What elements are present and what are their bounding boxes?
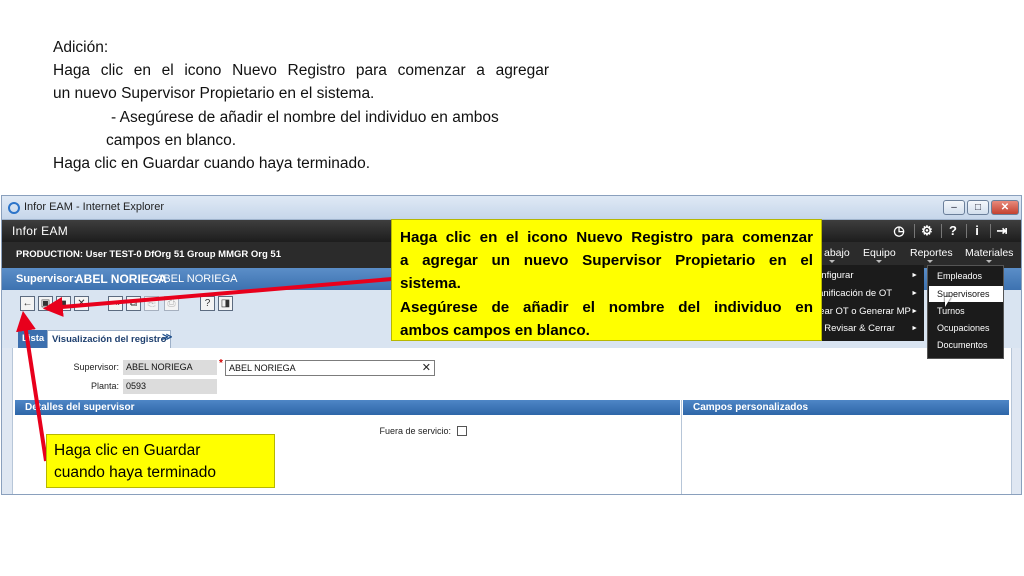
maximize-button[interactable]: □	[967, 200, 989, 215]
delete-button[interactable]: ✕	[74, 296, 89, 311]
instruction-line-3: - Asegúrese de añadir el nombre del indi…	[111, 108, 499, 126]
new-record-button[interactable]: ▣	[38, 296, 53, 311]
instruction-line-2: un nuevo Supervisor Propietario en el si…	[53, 85, 375, 103]
supervisor-name-input[interactable]: ABEL NORIEGA ✕	[225, 360, 435, 376]
info-icon[interactable]: i	[969, 223, 985, 239]
submenu-arrow-icon: ►	[911, 308, 918, 315]
app-brand: Infor EAM	[12, 224, 69, 238]
submenu-item-employees[interactable]: Empleados	[929, 268, 1003, 284]
supervisor-code-field: ABEL NORIEGA	[123, 360, 217, 375]
out-of-service-label: Fuera de servicio:	[379, 426, 451, 436]
submenu-item-trades[interactable]: Ocupaciones	[929, 320, 1003, 336]
submenu-arrow-icon: ►	[911, 290, 918, 297]
submenu-item-supervisors[interactable]: Supervisores	[929, 286, 1003, 302]
menu-item-planning[interactable]: lanificación de OT	[816, 288, 892, 299]
new-record-callout: Haga clic en el icono Nuevo Registro par…	[391, 219, 822, 341]
save-callout: Haga clic en Guardar cuando haya termina…	[46, 434, 275, 488]
record-description: ABEL NORIEGA	[156, 273, 238, 285]
out-of-service-checkbox[interactable]	[457, 426, 467, 436]
menu-item-review-close[interactable]: T Revisar & Cerrar	[816, 323, 895, 334]
help-button[interactable]: ?	[200, 296, 215, 311]
production-info: PRODUCTION: User TEST-0 DfOrg 51 Group M…	[16, 249, 281, 260]
submenu-item-shifts[interactable]: Turnos	[929, 303, 1003, 319]
instruction-line-4: campos en blanco.	[106, 131, 237, 149]
submenu-arrow-icon: ►	[911, 272, 918, 279]
copy-button[interactable]: ⧉	[126, 296, 141, 311]
minimize-button[interactable]: –	[943, 200, 965, 215]
required-indicator: *	[219, 358, 223, 369]
header-divider	[941, 224, 942, 238]
configure-submenu: Empleados Supervisores Turnos Ocupacione…	[927, 265, 1004, 359]
browser-titlebar: Infor EAM - Internet Explorer – □ ✕	[2, 196, 1021, 220]
custom-fields-header[interactable]: Campos personalizados	[683, 400, 1009, 415]
chevron-down-icon	[927, 260, 933, 263]
mouse-cursor-icon	[945, 297, 951, 307]
nav-menu-reports[interactable]: Reportes	[910, 247, 953, 259]
clear-icon[interactable]: ✕	[422, 361, 431, 374]
save-button[interactable]: ■	[56, 296, 71, 311]
help-icon[interactable]: ?	[945, 223, 961, 239]
logout-icon[interactable]: ⇥	[994, 223, 1010, 239]
supervisor-name-value: ABEL NORIEGA	[229, 363, 296, 373]
more-tabs-icon[interactable]: ≫	[162, 332, 172, 343]
nav-menu-work[interactable]: abajo	[824, 247, 850, 259]
panel-toggle-button[interactable]: ◨	[218, 296, 233, 311]
instruction-line-5: Haga clic en Guardar cuando haya termina…	[53, 155, 371, 173]
callout-line: cuando haya terminado	[54, 464, 217, 481]
submenu-arrow-icon: ►	[911, 325, 918, 332]
browser-title: Infor EAM - Internet Explorer	[24, 201, 164, 213]
clock-icon[interactable]: ◷	[891, 223, 907, 239]
work-dropdown-menu: onfigurar ► lanificación de OT ► rear OT…	[810, 265, 924, 341]
duplicate-button[interactable]: ⎘	[144, 296, 159, 311]
ie-logo-icon	[8, 202, 20, 214]
callout-line: Asegúrese de añadir el nombre del indivi…	[400, 298, 813, 316]
export-button[interactable]: ⇥	[108, 296, 123, 311]
tab-record-view[interactable]: Visualización del registro	[47, 330, 172, 348]
chevron-down-icon	[829, 260, 835, 263]
nav-menu-equipment[interactable]: Equipo	[863, 247, 896, 259]
supervisor-details-header[interactable]: Detalles del supervisor	[15, 400, 680, 415]
callout-line: ambos campos en blanco.	[400, 321, 590, 339]
tab-list[interactable]: Lista	[18, 330, 49, 348]
callout-line: sistema.	[400, 275, 461, 293]
callout-line: Haga clic en Guardar	[54, 442, 201, 459]
supervisor-field-label: Supervisor:	[73, 362, 119, 372]
header-divider	[914, 224, 915, 238]
header-divider	[990, 224, 991, 238]
record-code: ABEL NORIEGA	[75, 272, 167, 286]
plant-field-label: Planta:	[90, 381, 119, 391]
nav-menu-materials[interactable]: Materiales	[965, 247, 1013, 259]
instruction-text: Adición: Haga clic en el icono Nuevo Reg…	[53, 36, 549, 175]
header-divider	[966, 224, 967, 238]
instruction-line-title: Adición:	[53, 39, 109, 56]
section-divider	[681, 400, 682, 494]
gear-icon[interactable]: ⚙	[919, 223, 935, 239]
plant-field: 0593	[123, 379, 217, 394]
callout-line: Haga clic en el icono Nuevo Registro par…	[400, 229, 813, 246]
menu-item-create-wo[interactable]: rear OT o Generar MP	[816, 306, 911, 317]
submenu-item-documents[interactable]: Documentos	[929, 337, 1003, 353]
chevron-down-icon	[876, 260, 882, 263]
callout-line: a agregar un nuevo Supervisor Propietari…	[400, 252, 813, 270]
print-button[interactable]: ⎙	[164, 296, 179, 311]
back-button[interactable]: ←	[20, 296, 35, 311]
close-window-button[interactable]: ✕	[991, 200, 1019, 215]
record-label: Supervisor:	[16, 273, 78, 285]
chevron-down-icon	[986, 260, 992, 263]
instruction-line-1: Haga clic en el icono Nuevo Registro par…	[53, 62, 549, 80]
